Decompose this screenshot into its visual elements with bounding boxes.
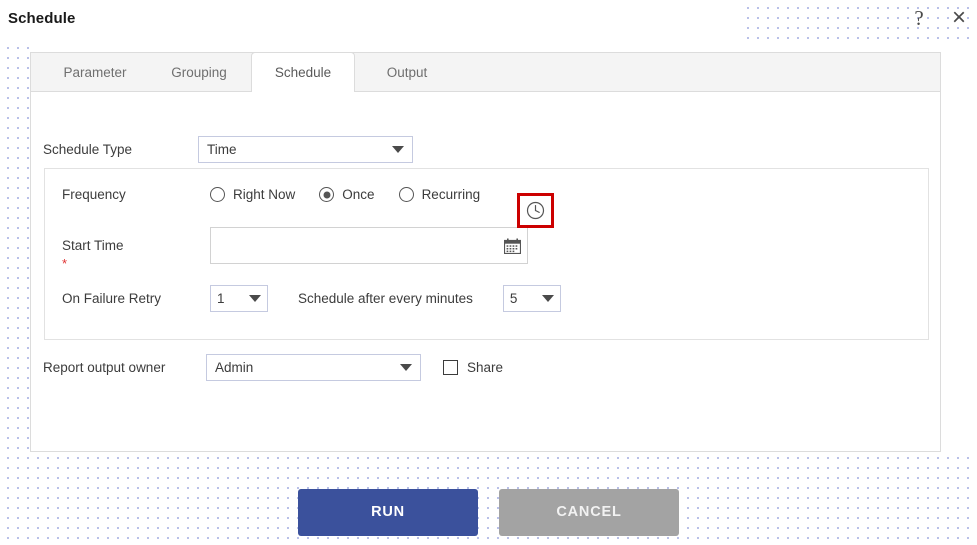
- radio-recurring-mark: [398, 187, 414, 202]
- tab-output-label: Output: [386, 65, 428, 80]
- radio-recurring-label: Recurring: [421, 187, 481, 202]
- tab-grouping-label: Grouping: [171, 65, 227, 80]
- start-time-row: Start Time *: [62, 227, 528, 271]
- retry-minutes-value: 5: [509, 291, 518, 306]
- background-cover-right: [941, 46, 977, 453]
- cancel-button[interactable]: CANCEL: [499, 488, 679, 536]
- start-time-label: Start Time: [62, 238, 124, 253]
- tab-output[interactable]: Output: [355, 53, 459, 91]
- schedule-dialog-panel: Parameter Grouping Schedule Output Sched…: [30, 52, 941, 452]
- radio-once-mark: [319, 187, 335, 202]
- schedule-type-value: Time: [207, 142, 237, 157]
- report-output-owner-label: Report output owner: [43, 360, 166, 375]
- retry-label: On Failure Retry: [62, 291, 162, 306]
- schedule-type-select[interactable]: Time: [198, 136, 413, 163]
- start-time-field: [210, 227, 528, 264]
- tab-grouping[interactable]: Grouping: [147, 53, 251, 91]
- radio-right-now-mark: [210, 187, 225, 202]
- report-output-owner-select[interactable]: Admin: [206, 354, 421, 381]
- radio-right-now-label: Right Now: [233, 187, 296, 202]
- start-time-input[interactable]: [211, 228, 491, 263]
- radio-recurring[interactable]: Recurring: [398, 187, 481, 202]
- required-asterisk: *: [62, 256, 68, 271]
- close-icon[interactable]: ×: [946, 6, 972, 34]
- tab-parameter[interactable]: Parameter: [43, 53, 147, 91]
- footer-buttons: RUN CANCEL: [0, 488, 977, 536]
- share-checkbox-label: Share: [467, 360, 504, 375]
- tab-schedule-label: Schedule: [274, 65, 332, 80]
- frequency-group-box: Frequency Right Now Once Recurring Start: [44, 168, 929, 340]
- retry-count-select[interactable]: 1: [210, 285, 268, 312]
- share-checkbox-mark: [443, 360, 458, 375]
- background-cover-top-left: [0, 0, 742, 46]
- radio-right-now[interactable]: Right Now: [210, 187, 295, 202]
- chevron-down-icon: [541, 295, 554, 302]
- retry-row: On Failure Retry 1 Schedule after every …: [62, 285, 561, 312]
- retry-minutes-select[interactable]: 5: [502, 285, 561, 312]
- schedule-type-row: Schedule Type Time: [43, 136, 413, 163]
- run-button[interactable]: RUN: [298, 488, 478, 536]
- radio-once[interactable]: Once: [319, 187, 375, 202]
- tab-strip: Parameter Grouping Schedule Output: [31, 52, 940, 92]
- schedule-type-label: Schedule Type: [43, 142, 133, 157]
- chevron-down-icon: [400, 364, 412, 371]
- chevron-down-icon: [249, 295, 261, 302]
- radio-once-label: Once: [342, 187, 375, 202]
- retry-count-value: 1: [217, 291, 225, 306]
- clock-icon: [526, 201, 545, 220]
- chevron-down-icon: [392, 146, 404, 153]
- report-output-owner-value: Admin: [215, 360, 254, 375]
- help-icon[interactable]: ?: [906, 8, 932, 34]
- page-title: Schedule: [8, 10, 76, 27]
- report-output-owner-row: Report output owner Admin Share: [43, 354, 503, 381]
- tab-schedule[interactable]: Schedule: [251, 52, 355, 92]
- calendar-icon[interactable]: [503, 238, 522, 254]
- tab-parameter-label: Parameter: [63, 65, 127, 80]
- frequency-row: Frequency Right Now Once Recurring: [62, 187, 504, 202]
- frequency-label: Frequency: [62, 187, 126, 202]
- start-time-label-wrap: Start Time *: [62, 227, 210, 271]
- retry-interval-label: Schedule after every minutes: [298, 291, 473, 306]
- share-checkbox[interactable]: Share: [443, 360, 503, 375]
- clock-picker-button[interactable]: [517, 193, 554, 228]
